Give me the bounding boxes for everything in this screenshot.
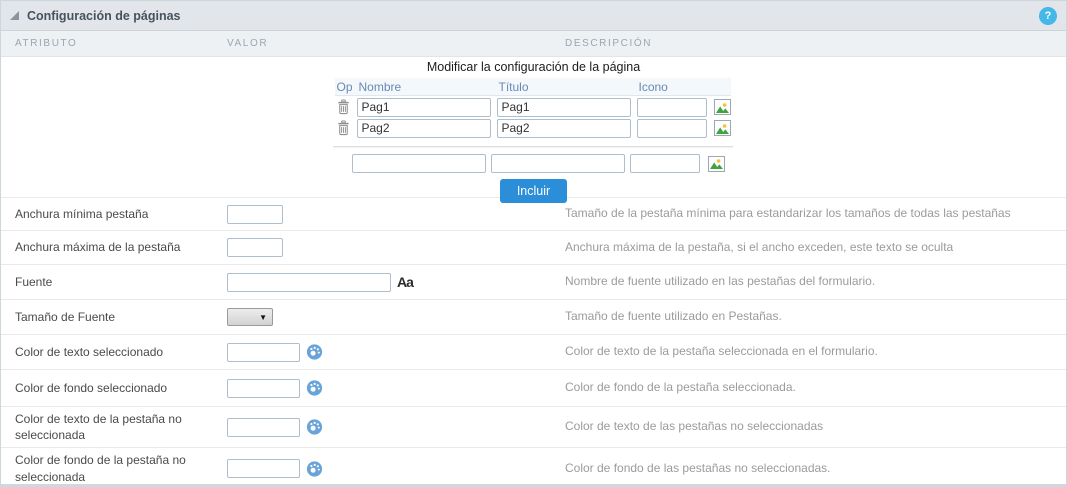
section-header[interactable]: Configuración de páginas ? <box>1 1 1066 31</box>
column-header-description: Descripción <box>565 38 653 49</box>
page-name-input[interactable] <box>356 97 491 117</box>
new-page-icon-input[interactable] <box>629 154 700 173</box>
editor-col-title: Título <box>496 78 637 96</box>
attribute-description: Tamaño de fuente utilizado en Pestañas. <box>565 309 782 324</box>
editor-col-icon: Icono <box>636 78 711 96</box>
attribute-description: Color de texto de la pestaña seleccionad… <box>565 344 878 359</box>
font-size-select[interactable]: ▼ <box>227 308 273 326</box>
image-picker-icon[interactable] <box>707 155 725 172</box>
selected-text-color-input[interactable] <box>227 342 300 362</box>
editor-col-name: Nombre <box>356 78 497 96</box>
attribute-label: Color de texto de la pestaña no seleccio… <box>15 412 182 443</box>
font-name-input[interactable] <box>227 272 391 292</box>
editor-col-op: Op <box>334 78 357 96</box>
page-title-input[interactable] <box>496 118 631 138</box>
new-page-title-input[interactable] <box>490 154 625 173</box>
attribute-row-unselected-text-color: Color de texto de la pestaña no seleccio… <box>1 406 1066 447</box>
include-button[interactable]: Incluir <box>499 179 568 203</box>
delete-page-icon[interactable] <box>336 99 351 115</box>
table-header-row: Atributo Valor Descripción <box>1 31 1066 57</box>
attribute-description: Nombre de fuente utilizado en las pestañ… <box>565 274 876 289</box>
attribute-label: Anchura mínima pestaña <box>15 206 149 221</box>
page-row <box>335 97 733 117</box>
attribute-description: Color de texto de las pestañas no selecc… <box>565 419 824 434</box>
page-configuration-panel: Configuración de páginas ? Atributo Valo… <box>0 0 1067 487</box>
column-header-value: Valor <box>227 38 269 49</box>
image-picker-icon[interactable] <box>713 120 731 136</box>
column-header-attribute: Atributo <box>15 38 78 49</box>
chevron-down-icon: ▼ <box>259 312 267 322</box>
page-title-input[interactable] <box>496 97 631 117</box>
attribute-label: Fuente <box>15 274 53 289</box>
attribute-row-font-size: Tamaño de Fuente ▼ Tamaño de fuente util… <box>1 299 1066 334</box>
min-width-input[interactable] <box>227 204 283 224</box>
color-picker-icon[interactable] <box>306 419 323 435</box>
page-icon-input[interactable] <box>636 97 707 117</box>
color-picker-icon[interactable] <box>306 460 323 477</box>
attribute-label: Tamaño de Fuente <box>15 309 116 324</box>
page-editor-title: Modificar la configuración de la página <box>426 60 641 74</box>
font-picker-icon[interactable]: Aa <box>397 274 414 290</box>
editor-divider <box>332 146 733 148</box>
attribute-label: Anchura máxima de la pestaña <box>15 240 181 255</box>
attribute-label: Color de texto seleccionado <box>15 344 164 359</box>
page-icon-input[interactable] <box>636 118 707 138</box>
image-picker-icon[interactable] <box>713 99 731 115</box>
page-editor-header-row: Op Nombre Título Icono <box>334 78 733 96</box>
unselected-bg-color-input[interactable] <box>227 459 300 479</box>
attribute-label: Color de fondo de la pestaña no seleccio… <box>15 453 186 484</box>
attribute-row-unselected-bg-color: Color de fondo de la pestaña no seleccio… <box>1 447 1066 484</box>
color-picker-icon[interactable] <box>306 380 323 396</box>
section-title: Configuración de páginas <box>27 8 181 23</box>
attribute-description: Color de fondo de la pestaña seleccionad… <box>565 380 796 395</box>
delete-page-icon[interactable] <box>336 120 351 136</box>
attribute-row-selected-text-color: Color de texto seleccionado Color de tex… <box>1 334 1066 369</box>
page-name-input[interactable] <box>356 118 491 138</box>
help-icon[interactable]: ? <box>1039 7 1057 25</box>
page-row <box>335 118 733 138</box>
attribute-row-max-width: Anchura máxima de la pestaña Anchura máx… <box>1 230 1066 264</box>
page-editor-section: Modificar la configuración de la página … <box>1 57 1066 203</box>
max-width-input[interactable] <box>227 238 283 257</box>
attribute-row-font: Fuente Aa Nombre de fuente utilizado en … <box>1 264 1066 299</box>
selected-bg-color-input[interactable] <box>227 378 300 398</box>
unselected-text-color-input[interactable] <box>227 417 300 437</box>
new-page-row <box>351 154 733 173</box>
color-picker-icon[interactable] <box>306 344 323 360</box>
attribute-row-selected-bg-color: Color de fondo seleccionado Color de fon… <box>1 369 1066 406</box>
attribute-label: Color de fondo seleccionado <box>15 380 168 395</box>
attribute-description: Tamaño de la pestaña mínima para estanda… <box>565 206 1011 221</box>
collapse-icon[interactable] <box>10 11 19 20</box>
new-page-name-input[interactable] <box>351 154 486 173</box>
attribute-description: Color de fondo de las pestañas no selecc… <box>565 460 831 475</box>
attribute-description: Anchura máxima de la pestaña, si el anch… <box>565 239 954 254</box>
